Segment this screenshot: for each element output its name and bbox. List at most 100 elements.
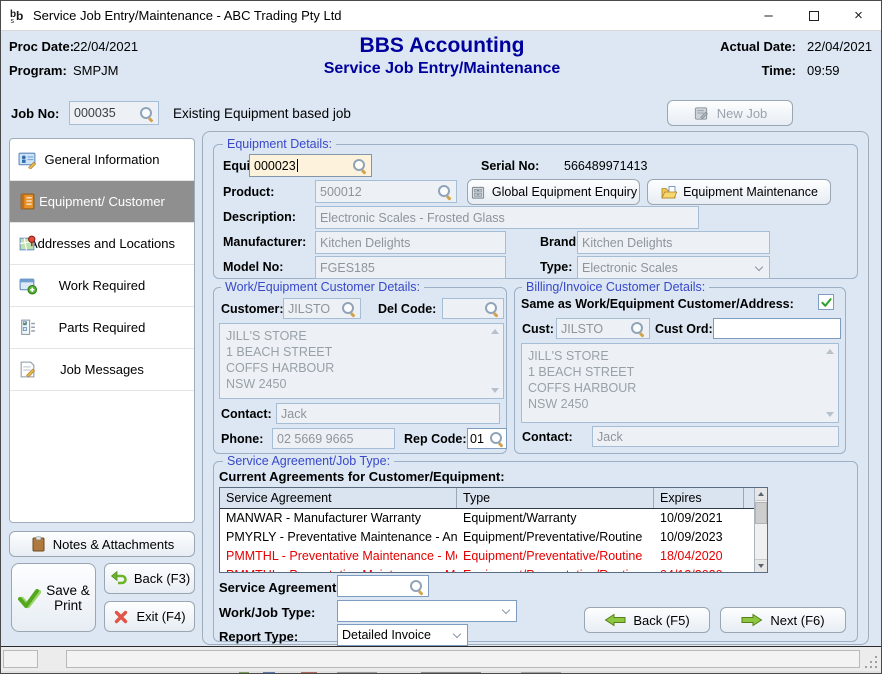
cell-agreement: PMYRLY - Preventative Maintenance - Ann.…	[220, 528, 457, 547]
cust-ord-field[interactable]	[713, 318, 841, 339]
back-f3-label: Back (F3)	[134, 571, 190, 586]
minimize-button[interactable]: –	[746, 1, 791, 30]
sidebar-item-label: Parts Required	[10, 320, 194, 335]
sidebar-item-label: Work Required	[10, 278, 194, 293]
service-agreement-field[interactable]	[337, 575, 429, 597]
service-agreement-legend: Service Agreement/Job Type:	[223, 454, 394, 468]
table-row[interactable]: MANWAR - Manufacturer Warranty Equipment…	[220, 509, 767, 528]
equip-id-field[interactable]: 000023	[249, 154, 372, 177]
notes-attachments-label: Notes & Attachments	[53, 537, 174, 552]
actual-date-value: 22/04/2021	[807, 39, 872, 54]
cell-expires: 10/09/2021	[654, 509, 744, 528]
cell-expires: 10/09/2023	[654, 528, 744, 547]
table-row[interactable]: PMYRLY - Preventative Maintenance - Ann.…	[220, 528, 767, 547]
rep-code-label: Rep Code:	[404, 432, 467, 446]
left-arrow-icon	[604, 613, 626, 627]
checklist-icon	[18, 318, 37, 337]
table-row[interactable]: PMMTHL - Preventative Maintenance - Mo..…	[220, 547, 767, 566]
work-address-box: JILL'S STORE 1 BEACH STREET COFFS HARBOU…	[219, 323, 504, 399]
type-dropdown: Electronic Scales	[577, 256, 770, 279]
brand-value: Kitchen Delights	[582, 236, 672, 250]
job-no-field[interactable]: 000035	[69, 101, 159, 125]
person-card-icon	[18, 150, 37, 169]
scrollbar-down-button[interactable]	[755, 559, 767, 572]
cust-search-icon[interactable]	[630, 321, 645, 336]
global-equipment-enquiry-button[interactable]: Global Equipment Enquiry	[467, 179, 640, 205]
equipment-maintenance-button[interactable]: Equipment Maintenance	[647, 179, 831, 205]
scrollbar-up-button[interactable]	[755, 488, 767, 501]
window-plus-icon	[18, 276, 37, 295]
clipboard-icon	[30, 536, 46, 552]
work-job-type-label: Work/Job Type:	[219, 605, 315, 620]
cell-expires: 04/12/2020	[654, 566, 744, 573]
customer-search-icon[interactable]	[341, 301, 356, 316]
phone-value: 02 5669 9665	[277, 432, 353, 446]
status-message-box	[66, 650, 860, 668]
maximize-icon	[809, 11, 819, 21]
text-caret	[297, 159, 298, 172]
maximize-button[interactable]	[791, 1, 836, 30]
sidebar-item-label: Job Messages	[10, 362, 194, 377]
rep-code-field[interactable]: 01	[467, 428, 507, 449]
customer-field: JILSTO	[283, 298, 361, 319]
exit-f4-button[interactable]: Exit (F4)	[104, 601, 195, 632]
actual-date-label: Actual Date:	[651, 39, 796, 54]
notes-attachments-button[interactable]: Notes & Attachments	[9, 531, 195, 557]
service-agreement-label: Service Agreement:	[219, 580, 341, 595]
time-value: 09:59	[807, 63, 840, 78]
col-header-type[interactable]: Type	[457, 488, 654, 508]
sidebar-item-job-messages[interactable]: Job Messages	[10, 349, 194, 391]
product-search-icon[interactable]	[437, 184, 452, 199]
back-f5-button[interactable]: Back (F5)	[584, 607, 710, 633]
scroll-up-icon[interactable]	[826, 349, 834, 354]
next-f6-button[interactable]: Next (F6)	[720, 607, 846, 633]
resize-grip[interactable]	[875, 666, 877, 668]
scroll-down-icon[interactable]	[826, 412, 834, 417]
back-f3-button[interactable]: Back (F3)	[104, 563, 195, 594]
report-type-label: Report Type:	[219, 629, 298, 644]
close-button[interactable]: ×	[836, 1, 881, 30]
manufacturer-label: Manufacturer:	[223, 235, 306, 249]
del-code-field	[442, 298, 504, 319]
scroll-down-icon[interactable]	[491, 388, 499, 393]
billing-contact-label: Contact:	[522, 430, 573, 444]
check-icon	[820, 296, 833, 309]
sidebar-item-equipment-customer[interactable]: Equipment/ Customer	[10, 181, 194, 223]
rep-code-search-icon[interactable]	[489, 431, 504, 446]
scroll-up-icon[interactable]	[491, 329, 499, 334]
type-label: Type:	[540, 260, 572, 274]
cell-agreement: PMMTHL - Preventative Maintenance - Mo..…	[220, 547, 457, 566]
scrollbar-thumb[interactable]	[755, 502, 767, 524]
back-f5-label: Back (F5)	[633, 613, 689, 628]
sidebar: General Information Equipment/ Customer …	[9, 138, 195, 523]
sidebar-item-general-information[interactable]: General Information	[10, 139, 194, 181]
job-no-value: 000035	[74, 106, 116, 120]
col-header-service-agreement[interactable]: Service Agreement	[220, 488, 457, 508]
del-code-search-icon[interactable]	[484, 301, 499, 316]
report-type-dropdown[interactable]: Detailed Invoice	[337, 624, 468, 646]
table-row[interactable]: PMMTHL - Preventative Maintenance - Mo..…	[220, 566, 767, 573]
service-agreement-search-icon[interactable]	[409, 579, 424, 594]
sidebar-item-work-required[interactable]: Work Required	[10, 265, 194, 307]
job-no-search-icon[interactable]	[139, 106, 154, 121]
sidebar-item-addresses-locations[interactable]: Addresses and Locations	[10, 223, 194, 265]
rep-code-value: 01	[470, 432, 484, 446]
work-job-type-dropdown[interactable]	[337, 600, 517, 622]
sidebar-item-parts-required[interactable]: Parts Required	[10, 307, 194, 349]
titlebar: b s b Service Job Entry/Maintenance - AB…	[1, 1, 881, 31]
job-description: Existing Equipment based job	[173, 106, 351, 121]
app-icon: b s b	[9, 7, 27, 25]
table-scrollbar[interactable]	[754, 488, 767, 572]
svg-text:s: s	[11, 18, 15, 25]
right-arrow-icon	[741, 613, 763, 627]
cust-ord-label: Cust Ord:	[655, 322, 713, 336]
new-job-button[interactable]: New Job	[667, 100, 793, 126]
col-header-expires[interactable]: Expires	[654, 488, 744, 508]
model-no-value: FGES185	[320, 261, 375, 275]
save-print-button[interactable]: Save & Print	[11, 563, 96, 632]
sidebar-item-label: Equipment/ Customer	[10, 194, 194, 209]
work-customer-legend: Work/Equipment Customer Details:	[221, 280, 424, 294]
equip-id-search-icon[interactable]	[352, 158, 367, 173]
statusbar	[1, 647, 881, 671]
same-as-checkbox[interactable]	[818, 294, 834, 310]
